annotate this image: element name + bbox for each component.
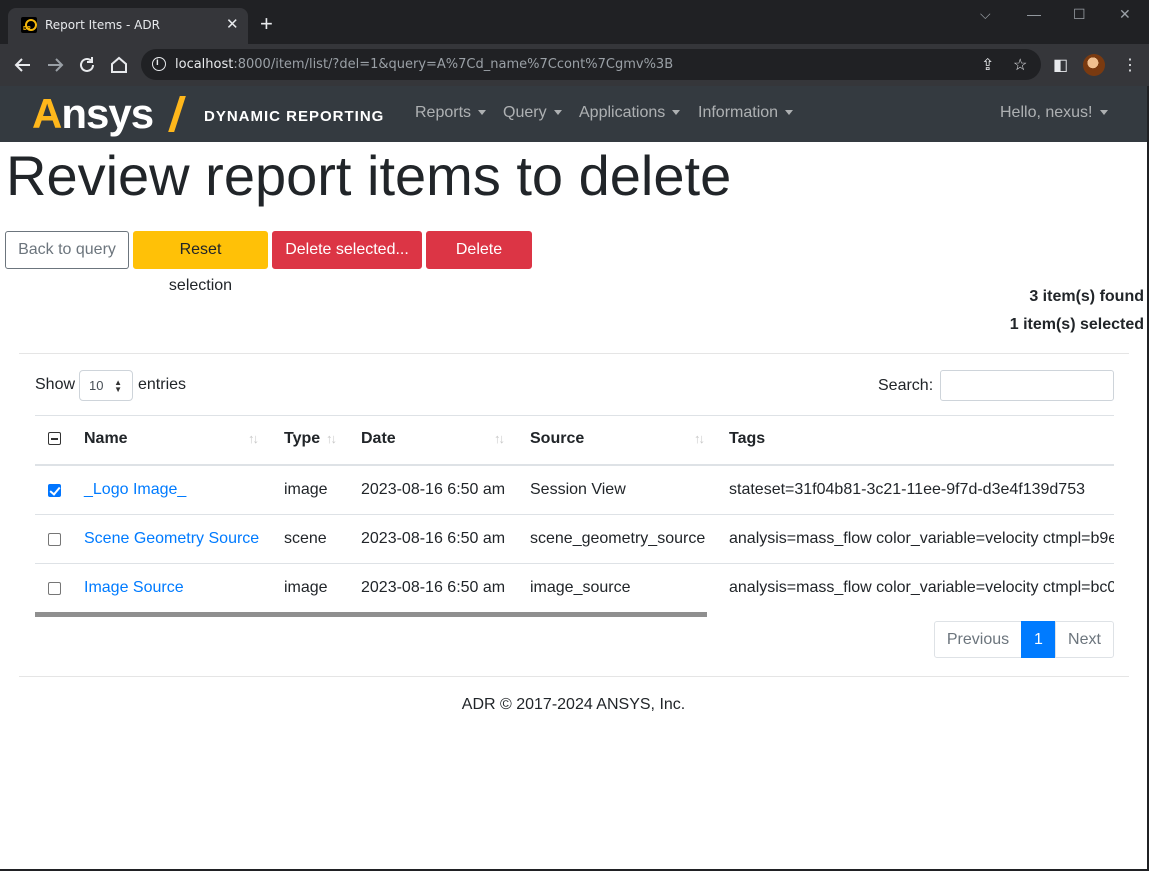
footer-copyright: ADR © 2017-2024 ANSYS, Inc. <box>461 696 686 713</box>
browser-toolbar: localhost:8000/item/list/?del=1&query=A%… <box>0 44 1149 86</box>
more-menu-icon[interactable]: ⋮ <box>1122 55 1138 75</box>
ansys-logo[interactable]: Ansys <box>32 91 154 137</box>
forward-arrow-icon[interactable] <box>44 54 66 76</box>
column-header-date[interactable]: Date <box>361 430 396 448</box>
entries-length-select[interactable]: 10 ▲ ▼ <box>79 370 133 401</box>
row-checkbox[interactable] <box>48 484 61 497</box>
items-selected-count: 1 item(s) selected <box>1009 316 1144 333</box>
reset-selection-button[interactable]: Reset selection <box>133 231 268 294</box>
item-date: 2023-08-16 6:50 am <box>361 530 506 547</box>
item-type: scene <box>284 530 327 547</box>
nav-information-menu[interactable]: Information <box>698 104 794 122</box>
item-tags: analysis=mass_flow color_variable=veloci… <box>729 530 1114 547</box>
delete-all-button[interactable]: Delete all... <box>426 231 532 294</box>
user-menu[interactable]: Hello, nexus! <box>1000 104 1108 122</box>
browser-tabstrip: Report Items - ADR ✕ + ⌵ — ☐ ✕ <box>0 0 1149 44</box>
caret-down-icon <box>672 110 681 116</box>
item-name-link[interactable]: Scene Geometry Source <box>84 530 259 548</box>
item-date: 2023-08-16 6:50 am <box>361 481 506 498</box>
select-updown-icon: ▲ ▼ <box>114 378 122 394</box>
home-icon[interactable] <box>108 54 130 76</box>
item-name-link[interactable]: _Logo Image_ <box>84 481 186 499</box>
maximize-icon[interactable]: ☐ <box>1073 6 1086 23</box>
column-header-type[interactable]: Type <box>284 430 320 448</box>
sort-icon[interactable]: ↑↓ <box>494 431 505 446</box>
web-page: Ansys DYNAMIC REPORTING Reports Query Ap… <box>0 86 1147 869</box>
bookmark-star-icon[interactable]: ☆ <box>1013 55 1027 75</box>
footer-divider <box>19 676 1129 677</box>
nav-applications-menu[interactable]: Applications <box>579 104 681 122</box>
select-all-checkbox[interactable] <box>48 432 61 445</box>
sort-icon[interactable]: ↑↓ <box>326 431 337 446</box>
entries-label: entries <box>138 376 187 393</box>
column-header-source[interactable]: Source <box>530 430 584 448</box>
caret-down-icon <box>553 110 562 116</box>
pagination-next-button[interactable]: Next <box>1055 621 1114 658</box>
table-search-input[interactable] <box>940 370 1114 401</box>
new-tab-icon[interactable]: + <box>260 13 273 35</box>
caret-down-icon <box>785 110 794 116</box>
row-checkbox[interactable] <box>48 533 61 546</box>
item-source: Session View <box>530 481 626 498</box>
side-panel-icon[interactable]: ◧ <box>1053 55 1068 75</box>
item-tags: analysis=mass_flow color_variable=veloci… <box>729 579 1114 596</box>
url-text[interactable]: localhost:8000/item/list/?del=1&query=A%… <box>175 57 673 72</box>
adr-favicon-icon <box>21 17 37 33</box>
show-label: Show <box>35 376 76 393</box>
tab-search-chevron-icon[interactable]: ⌵ <box>980 6 991 23</box>
top-navbar: Ansys DYNAMIC REPORTING Reports Query Ap… <box>0 86 1147 142</box>
share-icon[interactable]: ⇪ <box>981 55 994 75</box>
table-row[interactable]: _Logo Image_ image 2023-08-16 6:50 am Sessi… <box>35 466 1114 515</box>
sort-icon[interactable]: ↑↓ <box>248 431 259 446</box>
item-type: image <box>284 579 328 596</box>
table-row[interactable]: Scene Geometry Source scene 2023-08-16 6:5… <box>35 515 1114 564</box>
page-title: Review report items to delete <box>6 144 732 207</box>
column-header-tags[interactable]: Tags <box>729 430 765 448</box>
minimize-icon[interactable]: — <box>1027 6 1041 22</box>
site-info-icon[interactable] <box>152 57 166 71</box>
reload-icon[interactable] <box>76 54 98 76</box>
pagination-previous-button[interactable]: Previous <box>934 621 1022 658</box>
row-checkbox[interactable] <box>48 582 61 595</box>
pagination-page-1[interactable]: 1 <box>1021 621 1056 658</box>
item-type: image <box>284 481 328 498</box>
tab-title: Report Items - ADR <box>45 18 160 32</box>
horizontal-scrollbar[interactable] <box>35 612 707 617</box>
item-name-link[interactable]: Image Source <box>84 579 184 597</box>
sort-icon[interactable]: ↑↓ <box>694 431 705 446</box>
caret-down-icon <box>478 110 487 116</box>
search-label: Search: <box>878 377 934 394</box>
delete-selected-button[interactable]: Delete selected... <box>272 231 422 269</box>
logo-slash <box>168 96 186 132</box>
address-bar[interactable]: localhost:8000/item/list/?del=1&query=A%… <box>141 49 1041 80</box>
item-source: scene_geometry_source <box>530 530 706 547</box>
item-date: 2023-08-16 6:50 am <box>361 579 506 596</box>
table-row[interactable]: Image Source image 2023-08-16 6:50 am image… <box>35 564 1114 613</box>
caret-down-icon <box>1099 110 1108 116</box>
table-top-border <box>35 415 1114 416</box>
divider <box>19 353 1129 354</box>
item-tags: stateset=31f04b81-3c21-11ee-9f7d-d3e4f13… <box>729 481 1085 498</box>
window-close-icon[interactable]: ✕ <box>1119 6 1131 23</box>
profile-avatar[interactable] <box>1083 54 1105 76</box>
nav-reports-menu[interactable]: Reports <box>415 104 487 122</box>
close-tab-icon[interactable]: ✕ <box>226 16 239 34</box>
column-header-name[interactable]: Name <box>84 430 128 448</box>
items-found-count: 3 item(s) found <box>1029 288 1144 305</box>
item-source: image_source <box>530 579 631 596</box>
nav-query-menu[interactable]: Query <box>503 104 562 122</box>
brand-subtitle: DYNAMIC REPORTING <box>204 108 385 125</box>
browser-tab[interactable]: Report Items - ADR ✕ <box>8 8 248 44</box>
report-items-table: Name ↑↓ Type ↑↓ Date ↑↓ Source ↑↓ Tags _… <box>35 415 1114 617</box>
back-arrow-icon[interactable] <box>12 54 34 76</box>
back-to-query-button[interactable]: Back to query <box>5 231 129 269</box>
